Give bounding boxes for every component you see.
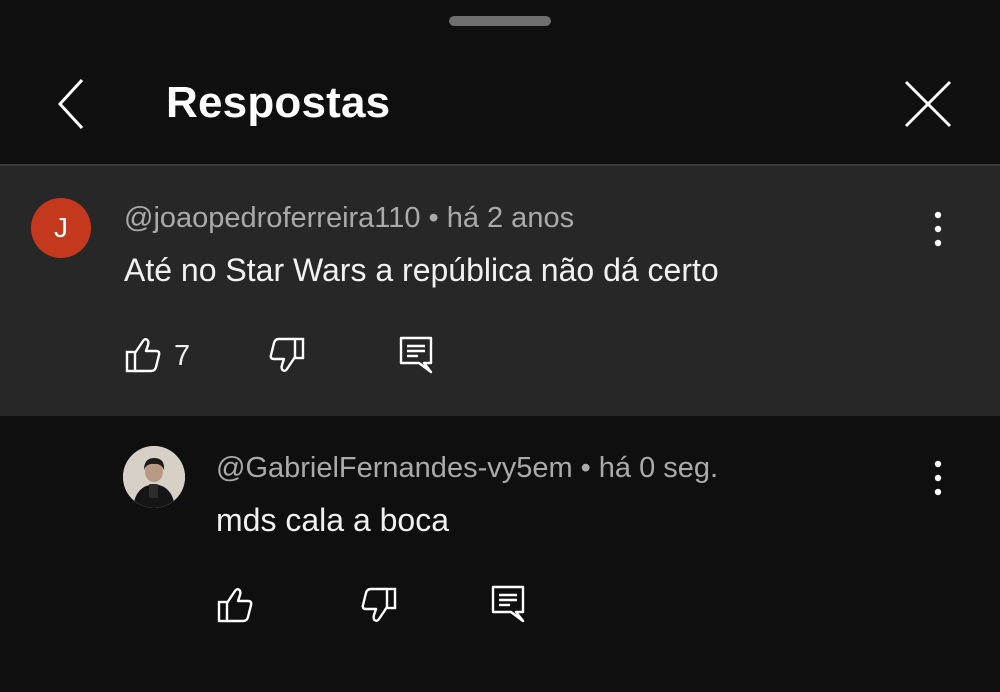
like-button[interactable]: [124, 336, 162, 374]
comment-time: há 0 seg.: [598, 452, 719, 484]
drag-handle[interactable]: [449, 16, 551, 26]
more-vert-icon: [934, 211, 942, 247]
comment-author[interactable]: @GabrielFernandes-vy5em: [216, 452, 573, 484]
comment-author[interactable]: @joaopedroferreira110: [124, 202, 421, 234]
comment-time: há 2 anos: [446, 202, 575, 234]
profile-photo-image: [123, 446, 185, 508]
reply-button[interactable]: [490, 584, 526, 624]
comment-meta: @joaopedroferreira110 • há 2 anos: [124, 202, 574, 235]
close-button[interactable]: [900, 76, 956, 132]
comment-meta: @GabrielFernandes-vy5em • há 0 seg.: [216, 452, 718, 485]
reply-comment: @GabrielFernandes-vy5em • há 0 seg. mds ca…: [0, 416, 1000, 692]
like-count: 7: [174, 340, 191, 372]
close-icon: [904, 80, 952, 128]
comment-menu-button[interactable]: [923, 207, 953, 251]
more-vert-icon: [934, 460, 942, 496]
thumbs-down-icon: [361, 587, 397, 622]
avatar[interactable]: J: [31, 198, 91, 258]
dislike-button[interactable]: [360, 586, 398, 624]
comment-text: Até no Star Wars a república não dá cert…: [124, 252, 719, 288]
comment-menu-button[interactable]: [923, 456, 953, 500]
like-button[interactable]: [216, 586, 254, 624]
comment-reply-icon: [491, 585, 525, 623]
header: Respostas: [0, 40, 1000, 164]
parent-comment: J @joaopedroferreira110 • há 2 anos Até no…: [0, 166, 1000, 416]
replies-sheet: Respostas J @joaopedroferreira110 • há 2 a…: [0, 0, 1000, 692]
chevron-left-icon: [57, 78, 84, 130]
meta-separator: •: [580, 452, 591, 484]
thumbs-up-icon: [125, 338, 161, 373]
back-button[interactable]: [50, 76, 94, 132]
comment-reply-icon: [399, 336, 433, 374]
thumbs-up-icon: [217, 588, 253, 623]
dislike-button[interactable]: [268, 336, 306, 374]
page-title: Respostas: [166, 78, 391, 127]
thumbs-down-icon: [269, 337, 305, 372]
comment-text: mds cala a boca: [216, 502, 450, 538]
avatar[interactable]: [123, 446, 185, 508]
reply-button[interactable]: [398, 335, 434, 375]
meta-separator: •: [428, 202, 439, 234]
